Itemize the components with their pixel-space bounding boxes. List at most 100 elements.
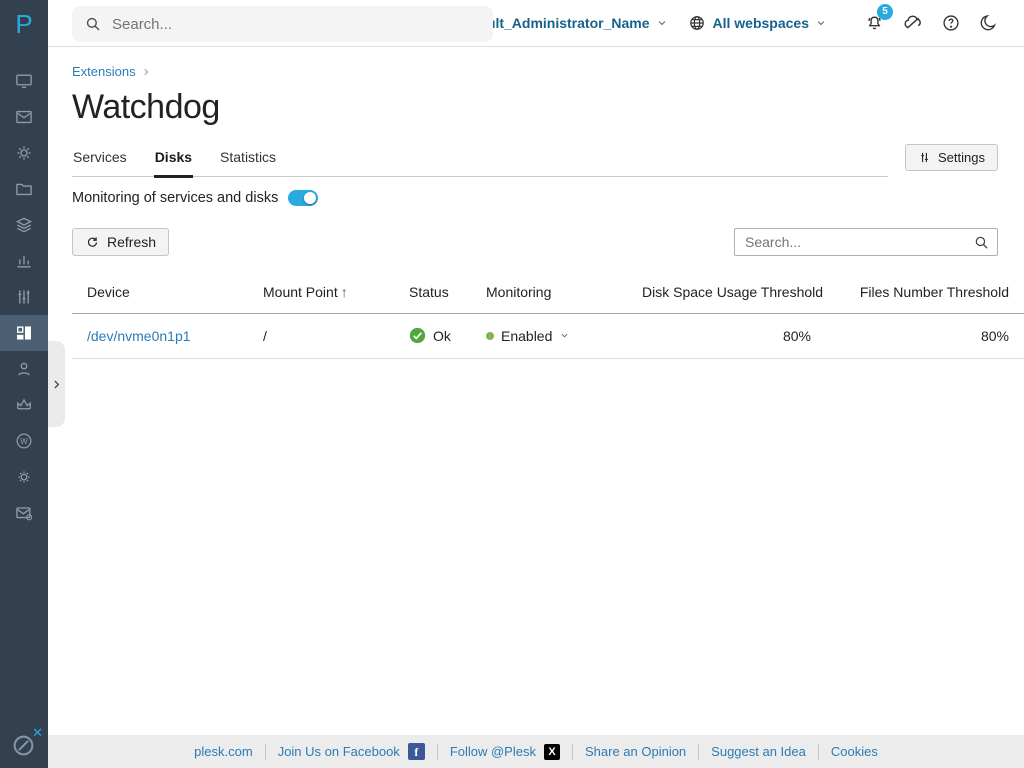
- enabled-dot-icon: [486, 332, 494, 340]
- dark-mode-button[interactable]: [978, 13, 998, 33]
- column-header-device[interactable]: Device: [72, 274, 248, 314]
- monitoring-dropdown[interactable]: Enabled: [486, 328, 612, 344]
- list-search: [734, 228, 998, 256]
- footer-link-idea[interactable]: Suggest an Idea: [711, 744, 806, 759]
- tab-bar: Services Disks Statistics: [72, 148, 888, 177]
- cloud-slash-icon: [902, 12, 924, 34]
- notification-badge: 5: [877, 4, 893, 20]
- sidebar-item-statistics[interactable]: [0, 243, 48, 279]
- desktop-icon: [14, 71, 34, 91]
- disk-space-threshold-cell: 80%: [627, 314, 826, 359]
- top-bar: Default_Administrator_Name All webspaces…: [48, 0, 1024, 47]
- x-icon: X: [544, 744, 560, 760]
- status-label: Ok: [433, 328, 451, 344]
- seal-gear-icon: [14, 467, 34, 487]
- user-icon: [14, 359, 34, 379]
- extensions-icon: [14, 323, 34, 343]
- sidebar-expand-handle[interactable]: [48, 341, 65, 427]
- sliders-icon: [14, 287, 34, 307]
- monitoring-toggle[interactable]: [288, 190, 318, 206]
- moon-icon: [978, 13, 998, 33]
- footer-item: Share an Opinion: [573, 744, 699, 760]
- refresh-icon: [85, 235, 100, 250]
- gear-icon: [14, 143, 34, 163]
- footer-item: Follow @PleskX: [438, 744, 573, 760]
- column-header-status[interactable]: Status: [394, 274, 471, 314]
- global-search-input[interactable]: [112, 16, 481, 33]
- svg-text:W: W: [20, 437, 28, 446]
- status-cell: Ok: [394, 314, 471, 359]
- tab-disks[interactable]: Disks: [154, 148, 193, 176]
- column-header-files-number-threshold[interactable]: Files Number Threshold: [826, 274, 1024, 314]
- sidebar-item-tools[interactable]: [0, 279, 48, 315]
- breadcrumb: Extensions: [72, 64, 151, 79]
- crown-icon: [14, 395, 34, 415]
- column-header-disk-space-threshold[interactable]: Disk Space Usage Threshold: [627, 274, 826, 314]
- breadcrumb-link-extensions[interactable]: Extensions: [72, 64, 136, 79]
- monitoring-toggle-row: Monitoring of services and disks: [72, 190, 318, 206]
- layers-icon: [14, 215, 34, 235]
- facebook-icon: f: [408, 743, 425, 760]
- close-icon[interactable]: ✕: [32, 725, 43, 741]
- footer-item: Cookies: [819, 744, 890, 760]
- sidebar-item-settings[interactable]: [0, 135, 48, 171]
- notifications-button[interactable]: 5: [864, 13, 885, 34]
- sidebar-item-seal[interactable]: [0, 459, 48, 495]
- sidebar-item-mail[interactable]: [0, 99, 48, 135]
- monitoring-label: Enabled: [501, 328, 552, 344]
- sort-asc-icon: ↑: [341, 284, 348, 300]
- webspace-selector[interactable]: All webspaces: [688, 14, 827, 32]
- device-cell: /dev/nvme0n1p1: [72, 314, 248, 359]
- sidebar-item-mail-status[interactable]: [0, 495, 48, 531]
- footer-link-x[interactable]: Follow @PleskX: [450, 744, 560, 760]
- refresh-button[interactable]: Refresh: [72, 228, 169, 256]
- main-content: Extensions Watchdog Services Disks Stati…: [48, 48, 1024, 735]
- sidebar-item-extensions[interactable]: [0, 315, 48, 351]
- page-title: Watchdog: [72, 88, 220, 127]
- files-number-threshold-cell: 80%: [826, 314, 1024, 359]
- bar-chart-icon: [14, 251, 34, 271]
- chevron-right-icon: [141, 67, 151, 77]
- disks-table: Device Mount Point↑ Status Monitoring Di…: [72, 274, 1024, 359]
- device-link[interactable]: /dev/nvme0n1p1: [87, 328, 191, 344]
- sidebar: P W: [0, 0, 48, 768]
- settings-button-label: Settings: [938, 150, 985, 165]
- sidebar-item-plans[interactable]: [0, 387, 48, 423]
- help-button[interactable]: [941, 13, 961, 33]
- footer-link-plesk[interactable]: plesk.com: [194, 744, 253, 759]
- footer-link-facebook[interactable]: Join Us on Facebookf: [278, 743, 425, 760]
- sidebar-item-layers[interactable]: [0, 207, 48, 243]
- sliders-icon: [918, 151, 931, 164]
- wordpress-icon: W: [14, 431, 34, 451]
- tab-statistics[interactable]: Statistics: [219, 148, 277, 176]
- monitoring-cell: Enabled: [471, 314, 627, 359]
- footer-item: plesk.com: [182, 744, 266, 760]
- table-header-row: Device Mount Point↑ Status Monitoring Di…: [72, 274, 1024, 314]
- tab-services[interactable]: Services: [72, 148, 128, 176]
- feedback-button[interactable]: [902, 12, 924, 34]
- sidebar-item-wordpress[interactable]: W: [0, 423, 48, 459]
- footer-item: Join Us on Facebookf: [266, 744, 438, 760]
- table-row: /dev/nvme0n1p1 / Ok Enabled 80% 8: [72, 314, 1024, 359]
- plesk-logo[interactable]: P: [0, 0, 48, 48]
- mail-icon: [14, 107, 34, 127]
- promo-widget: ✕: [0, 727, 48, 763]
- monitoring-toggle-label: Monitoring of services and disks: [72, 190, 278, 206]
- chevron-right-icon: [51, 379, 62, 390]
- chevron-down-icon: [560, 331, 569, 340]
- settings-button[interactable]: Settings: [905, 144, 998, 171]
- footer-link-cookies[interactable]: Cookies: [831, 744, 878, 759]
- status-ok-icon: [409, 327, 426, 344]
- sidebar-item-files[interactable]: [0, 171, 48, 207]
- global-search[interactable]: [72, 6, 493, 42]
- column-header-monitoring[interactable]: Monitoring: [471, 274, 627, 314]
- mail-status-icon: [14, 503, 34, 523]
- list-search-input[interactable]: [734, 228, 998, 256]
- sidebar-item-users[interactable]: [0, 351, 48, 387]
- search-icon: [84, 15, 112, 33]
- column-header-mount-point[interactable]: Mount Point↑: [248, 274, 394, 314]
- footer-link-opinion[interactable]: Share an Opinion: [585, 744, 686, 759]
- footer: plesk.com Join Us on Facebookf Follow @P…: [48, 735, 1024, 768]
- sidebar-item-desktop[interactable]: [0, 63, 48, 99]
- mount-point-cell: /: [248, 314, 394, 359]
